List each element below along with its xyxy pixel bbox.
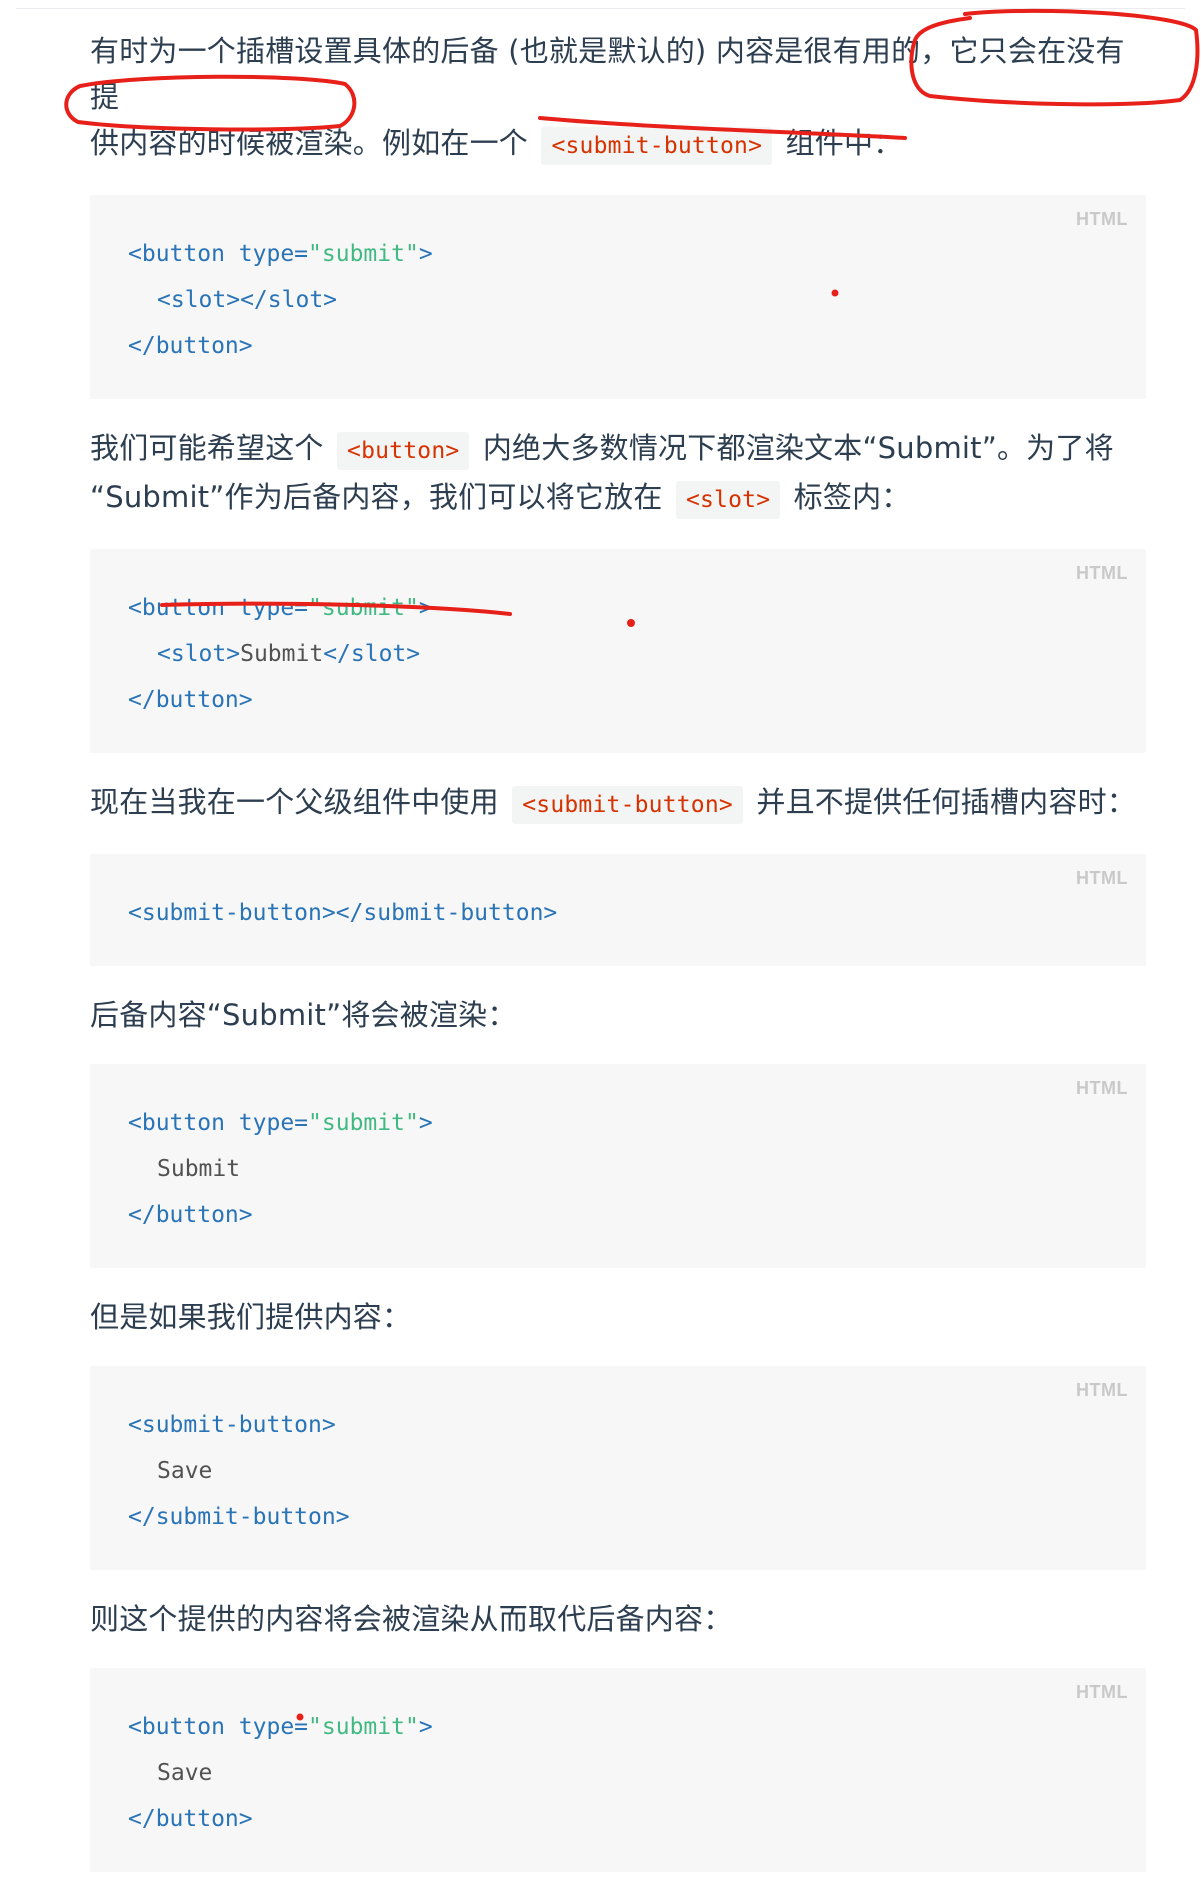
code-line: <button type="submit"> (128, 595, 433, 621)
text: 后备内容“Submit”将会被渲染： (90, 998, 517, 1032)
code-line: </button> (128, 687, 253, 713)
inline-code-slot: <slot> (675, 481, 781, 519)
inline-code-submit-button: <submit-button> (512, 786, 743, 824)
code-block-2: HTML <button type="submit"> <slot>Submit… (90, 549, 1146, 753)
paragraph-button-submit: 我们可能希望这个 <button> 内绝大多数情况下都渲染文本“Submit”。… (90, 425, 1146, 523)
code-line: </button> (128, 1202, 253, 1228)
code-line: <button type="submit"> (128, 241, 433, 267)
text: 但是如果我们提供内容： (90, 1300, 412, 1334)
code-line: Save (157, 1458, 213, 1484)
text: 组件中： (785, 126, 903, 160)
code-block-1: HTML <button type="submit"> <slot></slot… (90, 195, 1146, 399)
text: 内绝大多数情况下都渲染文本“Submit”。为了将 (482, 431, 1114, 465)
code-block-6: HTML <button type="submit"> Save </butto… (90, 1668, 1146, 1872)
code-line: Submit (157, 1156, 241, 1182)
code-line: Save (157, 1760, 213, 1786)
code-block-4: HTML <button type="submit"> Submit </but… (90, 1064, 1146, 1268)
inline-code-submit-button: <submit-button> (541, 127, 773, 165)
paragraph-replace-fallback: 则这个提供的内容将会被渲染从而取代后备内容： (90, 1596, 1146, 1642)
text: 现在当我在一个父级组件中使用 (90, 785, 499, 819)
doc-content: 有时为一个插槽设置具体的后备 (也就是默认的) 内容是很有用的，它只会在没有提 … (90, 28, 1146, 1898)
code-line: <submit-button> (128, 1412, 336, 1438)
top-divider (16, 8, 1185, 9)
code-line: <button type="submit"> (128, 1714, 433, 1740)
code-line: <submit-button></submit-button> (128, 900, 558, 926)
text: 则这个提供的内容将会被渲染从而取代后备内容： (90, 1602, 733, 1636)
code-line: <slot></slot> (157, 287, 338, 313)
text: “Submit”作为后备内容，我们可以将它放在 (90, 480, 663, 514)
code-line: </button> (128, 1806, 253, 1832)
inline-code-button: <button> (337, 432, 470, 470)
code-block-3: HTML <submit-button></submit-button> (90, 854, 1146, 966)
code-block-5: HTML <submit-button> Save </submit-butto… (90, 1366, 1146, 1570)
text: 并且不提供任何插槽内容时： (756, 785, 1136, 819)
lang-label: HTML (1076, 1078, 1128, 1098)
code-line: <button type="submit"> (128, 1110, 433, 1136)
paragraph-fallback-intro: 有时为一个插槽设置具体的后备 (也就是默认的) 内容是很有用的，它只会在没有提 … (90, 28, 1146, 169)
lang-label: HTML (1076, 1682, 1128, 1702)
paragraph-provide-content: 但是如果我们提供内容： (90, 1294, 1146, 1340)
text: 有时为一个插槽设置具体的后备 (也就是默认的) 内容是很有用的，它只会在没有提 (90, 34, 1125, 114)
lang-label: HTML (1076, 868, 1128, 888)
code-line: </button> (128, 333, 253, 359)
code-line: </submit-button> (128, 1504, 350, 1530)
lang-label: HTML (1076, 209, 1128, 229)
text: 供内容的时候被渲染。例如在一个 (90, 126, 529, 160)
lang-label: HTML (1076, 563, 1128, 583)
code-line: <slot>Submit</slot> (157, 641, 421, 667)
text: 标签内： (793, 480, 911, 514)
lang-label: HTML (1076, 1380, 1128, 1400)
paragraph-fallback-rendered: 后备内容“Submit”将会被渲染： (90, 992, 1146, 1038)
paragraph-parent-usage: 现在当我在一个父级组件中使用 <submit-button> 并且不提供任何插槽… (90, 779, 1146, 828)
text: 我们可能希望这个 (90, 431, 324, 465)
